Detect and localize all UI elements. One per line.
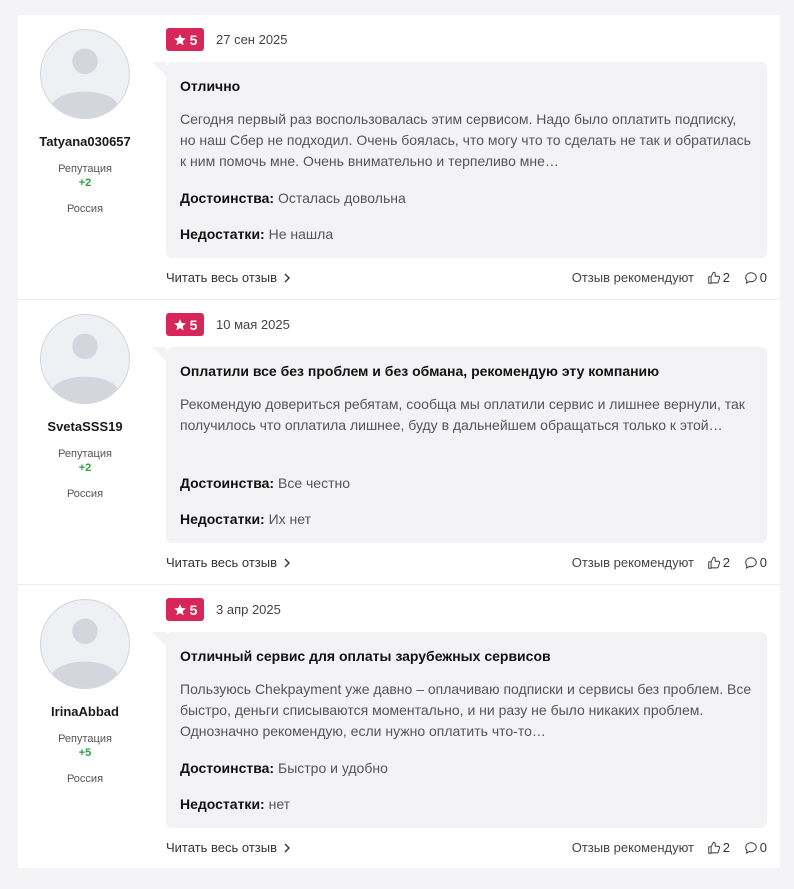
reputation-value: +2 (78, 462, 92, 474)
cons-label: Недостатки: (180, 511, 265, 527)
read-more-label: Читать весь отзыв (166, 555, 278, 570)
review-date: 10 мая 2025 (216, 317, 290, 332)
review-cons: Недостатки: нет (180, 796, 290, 812)
rating-badge: 5 (166, 598, 204, 621)
review-text: Пользуюсь Chekpayment уже давно – оплачи… (180, 681, 752, 739)
review-date: 3 апр 2025 (216, 602, 281, 617)
author-name[interactable]: IrinaAbbad (18, 704, 152, 719)
avatar[interactable] (40, 599, 130, 689)
author-country: Россия (66, 773, 104, 785)
review-card: Tatyana030657 Репутация +2 Россия 5 27 с… (18, 15, 780, 300)
user-placeholder-icon (50, 618, 120, 688)
recommend-label: Отзыв рекомендуют (571, 270, 694, 285)
comments-button[interactable]: 0 (744, 840, 767, 855)
thumbs-up-icon (708, 841, 720, 854)
rating-badge: 5 (166, 313, 204, 336)
review-body: Отлично Сегодня первый раз воспользовала… (152, 62, 767, 258)
review-text: Сегодня первый раз воспользовалась этим … (180, 111, 751, 169)
reputation-label: Репутация (58, 733, 112, 745)
avatar[interactable] (40, 29, 130, 119)
pros-text: Быстро и удобно (278, 760, 388, 776)
cons-label: Недостатки: (180, 226, 265, 242)
chevron-right-icon (284, 273, 291, 282)
review-card: SvetaSSS19 Репутация +2 Россия 5 10 мая … (18, 300, 780, 585)
review-pros: Достоинства: Все честно (180, 475, 350, 491)
comment-icon (745, 841, 757, 854)
cons-text: нет (268, 796, 291, 812)
like-button[interactable]: 2 (707, 270, 730, 285)
likes-count: 2 (722, 555, 730, 570)
rating-badge: 5 (166, 28, 204, 51)
rating-value: 5 (189, 31, 198, 48)
comment-icon (745, 556, 757, 569)
thumbs-up-icon (708, 271, 720, 284)
likes-count: 2 (722, 840, 730, 855)
rating-value: 5 (189, 316, 198, 333)
pros-text: Все честно (278, 475, 351, 491)
reputation-label: Репутация (58, 163, 112, 175)
chevron-right-icon (284, 843, 291, 852)
star-icon (173, 603, 186, 615)
user-placeholder-icon (50, 333, 120, 403)
avatar[interactable] (40, 314, 130, 404)
reputation-value: +2 (78, 177, 92, 189)
review-body: Отличный сервис для оплаты зарубежных се… (152, 632, 767, 828)
pros-text: Осталась довольна (278, 190, 406, 206)
read-full-review-link[interactable]: Читать весь отзыв (166, 270, 291, 285)
review-date: 27 сен 2025 (216, 32, 288, 47)
comments-count: 0 (759, 555, 767, 570)
pros-label: Достоинства: (180, 475, 275, 491)
author-country: Россия (66, 488, 104, 500)
pros-label: Достоинства: (180, 190, 275, 206)
comment-icon (745, 271, 757, 284)
thumbs-up-icon (708, 556, 720, 569)
read-more-label: Читать весь отзыв (166, 840, 278, 855)
comments-button[interactable]: 0 (744, 555, 767, 570)
author-country: Россия (66, 203, 104, 215)
comments-count: 0 (759, 270, 767, 285)
review-cons: Недостатки: Не нашла (180, 226, 333, 242)
pros-label: Достоинства: (180, 760, 275, 776)
chevron-right-icon (284, 558, 291, 567)
cons-text: Не нашла (268, 226, 334, 242)
comments-button[interactable]: 0 (744, 270, 767, 285)
like-button[interactable]: 2 (707, 840, 730, 855)
recommend-label: Отзыв рекомендуют (571, 555, 694, 570)
review-pros: Достоинства: Осталась довольна (180, 190, 406, 206)
review-pros: Достоинства: Быстро и удобно (180, 760, 388, 776)
star-icon (173, 318, 186, 330)
review-title[interactable]: Отлично (180, 78, 240, 94)
star-icon (173, 33, 186, 45)
review-title[interactable]: Оплатили все без проблем и без обмана, р… (180, 363, 659, 379)
user-placeholder-icon (50, 48, 120, 118)
review-card: IrinaAbbad Репутация +5 Россия 5 3 апр 2… (18, 585, 780, 868)
author-name[interactable]: Tatyana030657 (18, 134, 152, 149)
read-full-review-link[interactable]: Читать весь отзыв (166, 840, 291, 855)
review-text: Рекомендую довериться ребятам, сообща мы… (180, 396, 745, 433)
review-cons: Недостатки: Их нет (180, 511, 311, 527)
likes-count: 2 (722, 270, 730, 285)
like-button[interactable]: 2 (707, 555, 730, 570)
review-title[interactable]: Отличный сервис для оплаты зарубежных се… (180, 648, 551, 664)
read-full-review-link[interactable]: Читать весь отзыв (166, 555, 291, 570)
recommend-label: Отзыв рекомендуют (571, 840, 694, 855)
rating-value: 5 (189, 601, 198, 618)
review-body: Оплатили все без проблем и без обмана, р… (152, 347, 767, 543)
cons-text: Их нет (268, 511, 312, 527)
reviews-list: Tatyana030657 Репутация +2 Россия 5 27 с… (18, 15, 780, 868)
reputation-label: Репутация (58, 448, 112, 460)
cons-label: Недостатки: (180, 796, 265, 812)
read-more-label: Читать весь отзыв (166, 270, 278, 285)
comments-count: 0 (759, 840, 767, 855)
author-name[interactable]: SvetaSSS19 (18, 419, 152, 434)
reputation-value: +5 (78, 747, 92, 759)
